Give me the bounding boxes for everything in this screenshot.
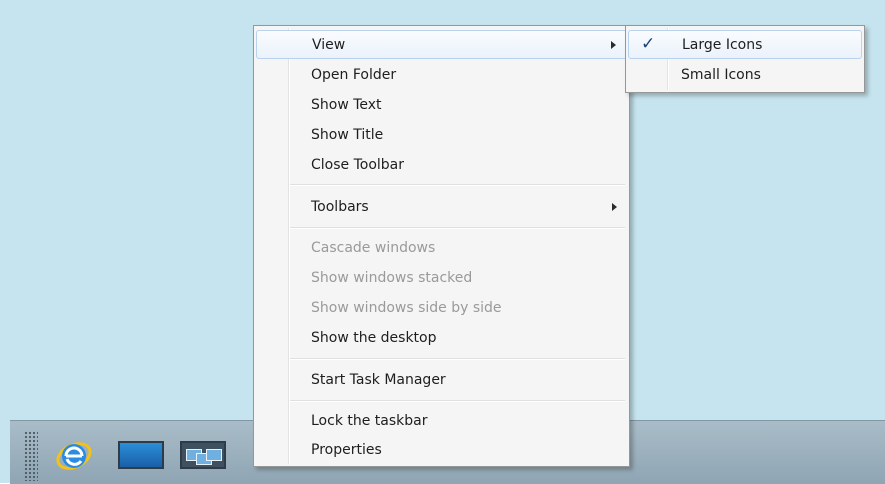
menu-item-label: View	[312, 36, 346, 53]
submenu-item-small-icons[interactable]: Small Icons	[628, 60, 862, 89]
menu-item-properties[interactable]: Properties	[256, 435, 627, 464]
window-thumbnail-icon	[206, 449, 222, 461]
menu-item-show-the-desktop[interactable]: Show the desktop	[256, 323, 627, 352]
menu-item-label: Lock the taskbar	[311, 412, 428, 429]
menu-item-show-title[interactable]: Show Title	[256, 120, 627, 149]
menu-item-label: Toolbars	[311, 198, 369, 215]
menu-item-start-task-manager[interactable]: Start Task Manager	[256, 365, 627, 394]
checkmark-icon: ✓	[641, 34, 656, 54]
show-desktop-icon[interactable]	[118, 441, 164, 469]
menu-item-label: Cascade windows	[311, 239, 436, 256]
menu-item-open-folder[interactable]: Open Folder	[256, 60, 627, 89]
menu-item-show-text[interactable]: Show Text	[256, 90, 627, 119]
menu-separator	[290, 358, 625, 360]
menu-separator	[290, 400, 625, 402]
menu-item-label: Properties	[311, 441, 382, 458]
submenu-item-large-icons[interactable]: ✓ Large Icons	[628, 30, 862, 59]
submenu-arrow-icon	[612, 202, 617, 211]
menu-item-label: Show Title	[311, 126, 384, 143]
menu-item-label: Show the desktop	[311, 329, 437, 346]
menu-item-cascade-windows: Cascade windows	[256, 233, 627, 262]
menu-item-toolbars[interactable]: Toolbars	[256, 192, 627, 221]
menu-item-label: Small Icons	[681, 66, 761, 83]
menu-item-lock-the-taskbar[interactable]: Lock the taskbar	[256, 406, 627, 435]
menu-item-show-windows-side-by-side: Show windows side by side	[256, 293, 627, 322]
menu-separator	[290, 227, 625, 229]
menu-item-label: Large Icons	[682, 36, 763, 53]
taskbar-grip-handle[interactable]	[24, 431, 38, 481]
internet-explorer-icon[interactable]	[52, 435, 96, 475]
menu-item-label: Open Folder	[311, 66, 397, 83]
menu-item-label: Show windows stacked	[311, 269, 473, 286]
submenu-arrow-icon	[611, 40, 616, 49]
taskbar-context-menu: View Open Folder Show Text Show Title Cl…	[253, 25, 630, 467]
menu-item-show-windows-stacked: Show windows stacked	[256, 263, 627, 292]
menu-item-label: Show windows side by side	[311, 299, 502, 316]
menu-item-label: Close Toolbar	[311, 156, 405, 173]
menu-item-label: Show Text	[311, 96, 382, 113]
menu-item-label: Start Task Manager	[311, 371, 446, 388]
switch-windows-icon[interactable]	[180, 441, 226, 469]
view-submenu: ✓ Large Icons Small Icons	[625, 25, 865, 93]
menu-item-view[interactable]: View	[256, 30, 627, 59]
menu-separator	[290, 184, 625, 186]
menu-item-close-toolbar[interactable]: Close Toolbar	[256, 150, 627, 179]
